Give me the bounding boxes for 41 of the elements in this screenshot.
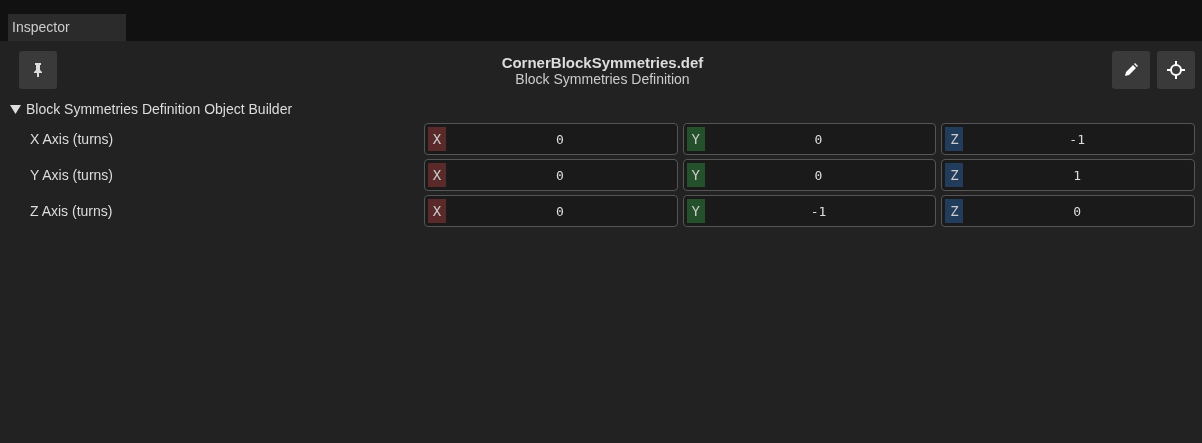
axis-label: X — [428, 199, 446, 223]
field-value: -1 — [1068, 131, 1086, 147]
axis-label: Y — [686, 199, 705, 223]
number-field[interactable]: Y -1 — [682, 195, 937, 227]
pencil-icon — [1124, 63, 1138, 77]
number-field[interactable]: Y 0 — [682, 159, 937, 191]
axis-label: Z — [945, 127, 964, 151]
number-field[interactable]: X 0 — [424, 159, 678, 191]
number-field[interactable]: X 0 — [424, 195, 678, 227]
collapse-icon[interactable] — [10, 104, 21, 114]
axis-label: Y — [686, 127, 705, 151]
edit-button[interactable] — [1112, 51, 1150, 89]
pin-button[interactable] — [19, 51, 57, 89]
number-field[interactable]: X 0 — [424, 123, 678, 155]
axis-label: Z — [945, 163, 964, 187]
locate-button[interactable] — [1157, 51, 1195, 89]
number-field[interactable]: Y 0 — [682, 123, 937, 155]
crosshair-icon — [1167, 61, 1185, 79]
file-subtitle: Block Symmetries Definition — [515, 70, 690, 87]
pin-icon — [33, 63, 43, 77]
field-value: 0 — [554, 131, 565, 147]
field-value: 0 — [554, 203, 565, 219]
field-value: 1 — [1072, 167, 1083, 183]
field-value: 0 — [1072, 203, 1083, 219]
axis-label: X — [428, 163, 446, 187]
axis-label: Z — [945, 199, 964, 223]
field-value: 0 — [554, 167, 565, 183]
property-label: Y Axis (turns) — [29, 167, 114, 183]
number-field[interactable]: Z -1 — [941, 123, 1195, 155]
section-title: Block Symmetries Definition Object Builder — [26, 101, 293, 117]
axis-label: X — [428, 127, 446, 151]
axis-label: Y — [686, 163, 705, 187]
panel-tab[interactable]: Inspector — [8, 14, 126, 41]
field-value: 0 — [813, 167, 824, 183]
property-label: X Axis (turns) — [29, 131, 115, 147]
file-title: CornerBlockSymmetries.def — [501, 53, 704, 71]
number-field[interactable]: Z 1 — [941, 159, 1195, 191]
property-label: Z Axis (turns) — [29, 203, 114, 219]
field-value: 0 — [813, 131, 824, 147]
field-value: -1 — [809, 203, 828, 219]
number-field[interactable]: Z 0 — [941, 195, 1195, 227]
